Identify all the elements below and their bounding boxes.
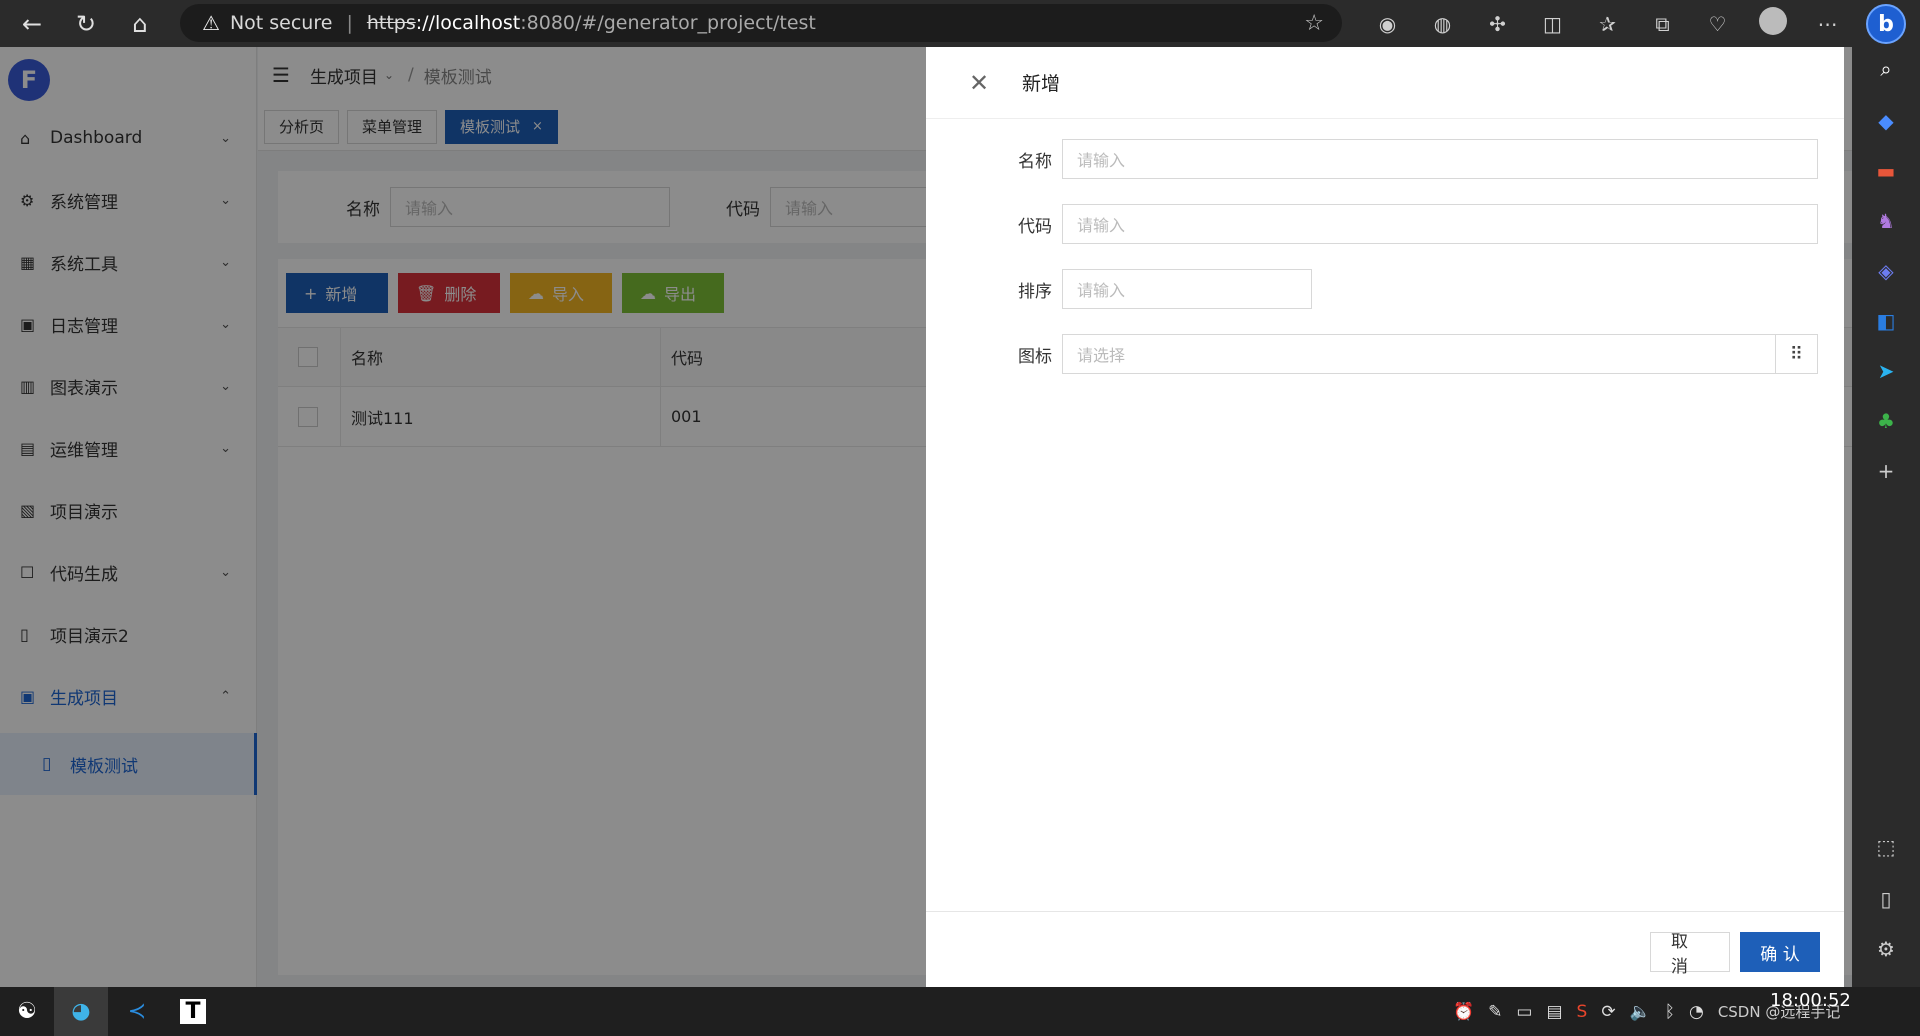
url-scheme: https	[366, 12, 416, 34]
sidebar-toggle-icon[interactable]: ▯	[1852, 887, 1920, 911]
system-clock[interactable]: 18:00:52	[1770, 991, 1851, 1011]
name-label: 名称	[1018, 151, 1052, 172]
refresh-icon[interactable]: ↻	[64, 4, 108, 44]
favorites-icon[interactable]: ✰	[1580, 12, 1635, 36]
close-icon[interactable]: ✕	[964, 69, 994, 97]
form-row-icon: 图标 请选择 ⠿	[926, 334, 1844, 374]
typora-icon[interactable]: T	[166, 987, 220, 1036]
confirm-button[interactable]: 确 认	[1740, 932, 1820, 972]
drawer-header: ✕ 新增	[926, 47, 1844, 119]
input-placeholder: 请输入	[1077, 281, 1126, 300]
clipboard-icon[interactable]: ▤	[1546, 1002, 1562, 1022]
start-icon[interactable]: ☯	[0, 987, 54, 1036]
settings-icon[interactable]: ⚙	[1852, 937, 1920, 961]
icon-label: 图标	[1018, 346, 1052, 367]
split-screen-icon[interactable]: ◫	[1525, 12, 1580, 36]
home-icon[interactable]: ⌂	[118, 4, 162, 44]
bluetooth-icon[interactable]: ᛒ	[1665, 1002, 1675, 1022]
edge-browser-icon[interactable]: ◕	[54, 987, 108, 1036]
security-label: Not secure	[229, 12, 333, 34]
add-drawer: ✕ 新增 名称 请输入 代码 请输入 排序 请输入 图标 请选择 ⠿ 取 消 确…	[926, 47, 1844, 987]
apps-grid-icon[interactable]: ⠿	[1775, 335, 1817, 373]
toolbox-icon[interactable]: ▬	[1852, 159, 1920, 183]
drawer-title: 新增	[1022, 73, 1061, 95]
volume-icon[interactable]: 🔈	[1630, 1002, 1651, 1022]
more-icon[interactable]: ⋯	[1800, 12, 1855, 36]
pen-icon[interactable]: ✎	[1488, 1002, 1502, 1022]
sync-icon[interactable]: ⟳	[1601, 1002, 1615, 1022]
wifi-icon[interactable]: ◔	[1689, 1002, 1704, 1022]
copilot-icon[interactable]: ◈	[1852, 259, 1920, 283]
add-icon[interactable]: +	[1852, 459, 1920, 483]
record-icon[interactable]: ◉	[1360, 12, 1415, 36]
url-path: :8080/#/generator_project/test	[520, 12, 816, 34]
collections-icon[interactable]: ⧉	[1635, 12, 1690, 36]
form-row-sort: 排序 请输入	[926, 269, 1844, 309]
outlook-icon[interactable]: ◧	[1852, 309, 1920, 333]
extension-face-icon[interactable]: ◍	[1415, 12, 1470, 36]
icon-select[interactable]: 请选择 ⠿	[1062, 334, 1818, 374]
tag-icon[interactable]: ◆	[1852, 109, 1920, 133]
performance-icon[interactable]: ♡	[1690, 12, 1745, 36]
browser-extensions: ◉ ◍ ✣ ◫ ✰ ⧉ ♡ ⋯	[1360, 0, 1855, 47]
search-icon[interactable]: ⌕	[1852, 57, 1920, 81]
os-taskbar: ☯ ◕ ≺ T ⏰ ✎ ▭ ▤ S ⟳ 🔈 ᛒ ◔ CSDN @远程手记 18:…	[0, 987, 1920, 1036]
input-placeholder: 请输入	[1077, 151, 1126, 170]
warning-icon: ⚠	[202, 11, 220, 35]
input-placeholder: 请选择	[1077, 346, 1126, 365]
browser-sidebar: ⌕ ◆ ▬ ♞ ◈ ◧ ➤ ♣ + ⬚ ▯ ⚙	[1852, 47, 1920, 987]
clock-time: 18:00:52	[1770, 990, 1851, 1011]
vscode-icon[interactable]: ≺	[110, 987, 164, 1036]
form-row-code: 代码 请输入	[926, 204, 1844, 244]
terminal-icon[interactable]: ▭	[1516, 1002, 1532, 1022]
sogou-icon[interactable]: S	[1577, 1002, 1588, 1022]
form-row-name: 名称 请输入	[926, 139, 1844, 179]
puzzle-icon[interactable]: ✣	[1470, 12, 1525, 36]
screenshot-icon[interactable]: ⬚	[1852, 835, 1920, 859]
tree-icon[interactable]: ♣	[1852, 409, 1920, 433]
bing-icon[interactable]: b	[1866, 4, 1906, 44]
favorite-star-icon[interactable]: ☆	[1304, 11, 1324, 36]
name-input[interactable]: 请输入	[1062, 139, 1818, 179]
address-bar[interactable]: ⚠ Not secure | https ://localhost :8080/…	[180, 4, 1342, 42]
drawer-footer: 取 消 确 认	[926, 911, 1844, 987]
profile-icon[interactable]	[1745, 7, 1800, 40]
back-icon[interactable]: ←	[10, 4, 54, 44]
url-host: ://localhost	[415, 12, 521, 34]
address-separator: |	[346, 12, 353, 34]
input-placeholder: 请输入	[1077, 216, 1126, 235]
cancel-button[interactable]: 取 消	[1650, 932, 1730, 977]
send-icon[interactable]: ➤	[1852, 359, 1920, 383]
code-label: 代码	[1018, 216, 1052, 237]
games-icon[interactable]: ♞	[1852, 209, 1920, 233]
browser-toolbar: ← ↻ ⌂ ⚠ Not secure | https ://localhost …	[0, 0, 1920, 47]
sort-label: 排序	[1018, 281, 1052, 302]
clock-alarm-icon[interactable]: ⏰	[1453, 1002, 1474, 1022]
code-input[interactable]: 请输入	[1062, 204, 1818, 244]
sort-input[interactable]: 请输入	[1062, 269, 1312, 309]
